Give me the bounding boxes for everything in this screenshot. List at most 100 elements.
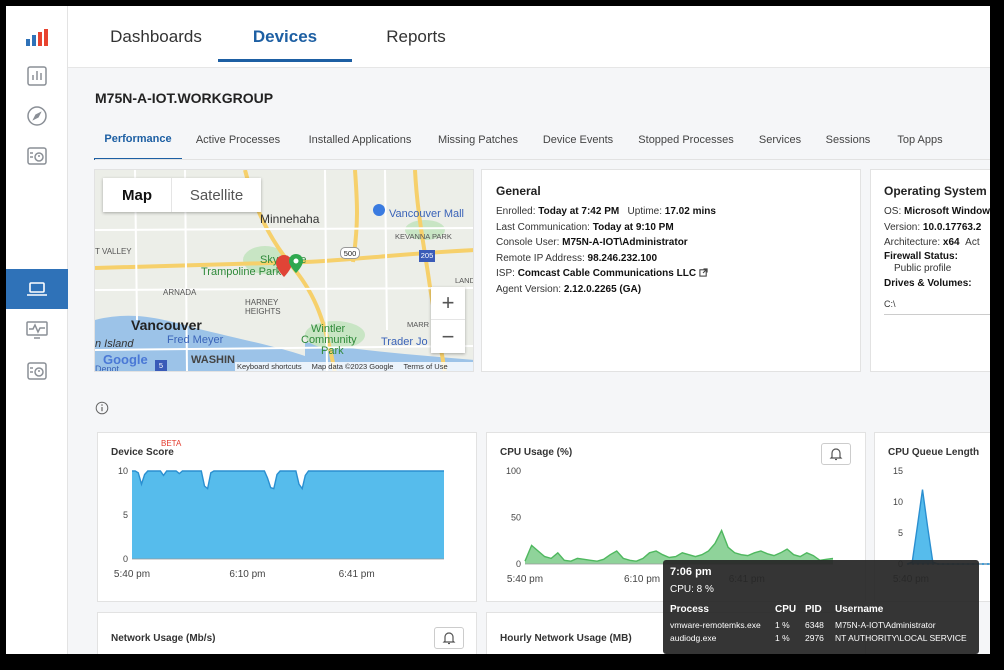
field-label: Console User: [496, 237, 560, 248]
x-tick-label: 6:10 pm [624, 574, 660, 585]
map-label: Vancouver Mall [389, 208, 464, 220]
agent-version-row: Agent Version: 2.12.0.2265 (GA) [496, 282, 716, 298]
series-area [525, 530, 833, 564]
remote-ip-value: 98.246.232.100 [587, 252, 658, 264]
tooltip-pid: 2976 [805, 633, 824, 643]
general-details: Enrolled: Today at 7:42 PM Uptime: 17.02… [496, 204, 716, 297]
drives-label: Drives & Volumes: [884, 277, 972, 289]
tooltip-header-username: Username [835, 604, 884, 615]
version-row: Version: 10.0.17763.2 [884, 220, 990, 236]
field-label: Last Communication: [496, 221, 590, 233]
firewall-value: Public profile [894, 262, 952, 274]
monitor-pulse-icon[interactable] [6, 310, 68, 350]
subtab-active-processes[interactable]: Active Processes [190, 120, 286, 160]
network-usage-card: Network Usage (Mb/s) [97, 612, 477, 654]
enrolled-value: Today at 7:42 PM [538, 206, 620, 217]
x-tick-label: 6:10 pm [229, 569, 265, 580]
field-label: Version: [884, 221, 921, 233]
chart-title: Hourly Network Usage (MB) [500, 633, 632, 644]
firewall-label: Firewall Status: [884, 250, 958, 262]
map-label: n Island [95, 338, 134, 350]
map-label: HARNEY [245, 298, 279, 307]
y-tick-label: 10 [893, 497, 903, 507]
drives-row: Drives & Volumes: [884, 275, 990, 293]
map-label: T VALLEY [95, 247, 132, 256]
field-label: Architecture: [884, 237, 941, 248]
subtab-services[interactable]: Services [754, 120, 806, 160]
page-title: M75N-A-IOT.WORKGROUP [95, 90, 274, 106]
series-area [132, 471, 444, 559]
info-icon[interactable] [95, 401, 109, 415]
route-shield: 205 [419, 250, 435, 262]
tab-devices[interactable]: Devices [218, 6, 352, 68]
timer-icon[interactable] [6, 136, 68, 176]
tooltip-header-pid: PID [805, 604, 822, 615]
chart-title: Network Usage (Mb/s) [111, 633, 216, 644]
tooltip-pid: 6348 [805, 620, 824, 630]
x-tick-label: 5:40 pm [507, 574, 543, 585]
chart-tooltip: 7:06 pm CPU: 8 % Process CPU PID Usernam… [663, 560, 979, 654]
subtab-divider [95, 159, 990, 160]
y-tick-label: 10 [118, 466, 128, 476]
drive-value: C:\ [884, 298, 896, 309]
operating-system-card: Operating System OS: Microsoft Windows V… [870, 169, 990, 372]
subtab-device-events[interactable]: Device Events [538, 120, 618, 160]
architecture-row: Architecture: x64 Act [884, 235, 990, 251]
zoom-in-button[interactable]: + [431, 287, 465, 320]
logo-icon[interactable] [6, 18, 68, 58]
tooltip-process: vmware-remotemks.exe [670, 620, 761, 630]
subtab-missing-patches[interactable]: Missing Patches [432, 120, 524, 160]
y-tick-label: 15 [893, 466, 903, 476]
app-window: Dashboards Devices Reports M75N-A-IOT.WO… [6, 6, 990, 654]
console-user-value: M75N-A-IOT\Administrator [562, 237, 688, 248]
timer-icon[interactable] [6, 351, 68, 391]
map-label: Park [321, 345, 344, 357]
last-communication-value: Today at 9:10 PM [592, 221, 674, 233]
zoom-out-button[interactable]: − [431, 320, 465, 353]
map-label: WASHIN [191, 354, 235, 366]
isp-row: ISP: Comcast Cable Communications LLC [496, 266, 716, 282]
map-label: Trampoline Park [201, 266, 282, 278]
satellite-button[interactable]: Satellite [171, 178, 261, 212]
device-map[interactable]: Map Satellite + − Minnehaha Vancouver Ma… [94, 169, 474, 372]
map-button[interactable]: Map [103, 178, 171, 212]
field-label: Enrolled: [496, 206, 536, 217]
map-label: LAND [455, 276, 474, 285]
tooltip-cpu-value: 1 % [775, 620, 790, 630]
laptop-icon[interactable] [6, 269, 68, 309]
subtab-stopped-processes[interactable]: Stopped Processes [634, 120, 738, 160]
tooltip-cpu-value: 1 % [775, 633, 790, 643]
console-user-row: Console User: M75N-A-IOT\Administrator [496, 235, 716, 251]
tab-dashboards[interactable]: Dashboards [96, 6, 216, 68]
series-area [907, 489, 990, 564]
map-label: ARNADA [163, 288, 197, 297]
map-footer: Keyboard shortcuts Map data ©2023 Google… [235, 362, 473, 371]
remote-ip-row: Remote IP Address: 98.246.232.100 [496, 251, 716, 267]
route-shield: 5 [155, 360, 167, 371]
field-label: Act [965, 237, 980, 248]
alert-bell-button[interactable] [434, 627, 464, 649]
field-label: Remote IP Address: [496, 252, 585, 264]
compass-icon[interactable] [6, 96, 68, 136]
subtab-top-apps[interactable]: Top Apps [892, 120, 948, 160]
bar-chart-icon[interactable] [6, 56, 68, 96]
os-details: OS: Microsoft Windows Version: 10.0.1776… [884, 204, 990, 315]
field-label: ISP: [496, 268, 515, 279]
subtab-sessions[interactable]: Sessions [822, 120, 874, 160]
keyboard-shortcuts-link[interactable]: Keyboard shortcuts [237, 362, 302, 371]
subtab-installed-applications[interactable]: Installed Applications [300, 120, 420, 160]
last-communication-row: Last Communication: Today at 9:10 PM [496, 220, 716, 236]
x-tick-label: 6:41 pm [339, 569, 375, 580]
terms-link[interactable]: Terms of Use [403, 362, 447, 371]
uptime-value: 17.02 mins [664, 206, 716, 217]
subtab-performance[interactable]: Performance [94, 120, 182, 160]
x-tick-label: 5:40 pm [114, 569, 150, 580]
map-label: Depot [95, 364, 120, 372]
isp-value: Comcast Cable Communications LLC [517, 268, 697, 279]
tab-reports[interactable]: Reports [356, 6, 476, 68]
y-tick-label: 0 [516, 559, 521, 569]
external-link-icon[interactable] [699, 268, 708, 277]
agent-version-value: 2.12.0.2265 (GA) [563, 283, 642, 295]
tooltip-header-process: Process [670, 604, 709, 615]
top-nav: Dashboards Devices Reports [68, 6, 990, 68]
